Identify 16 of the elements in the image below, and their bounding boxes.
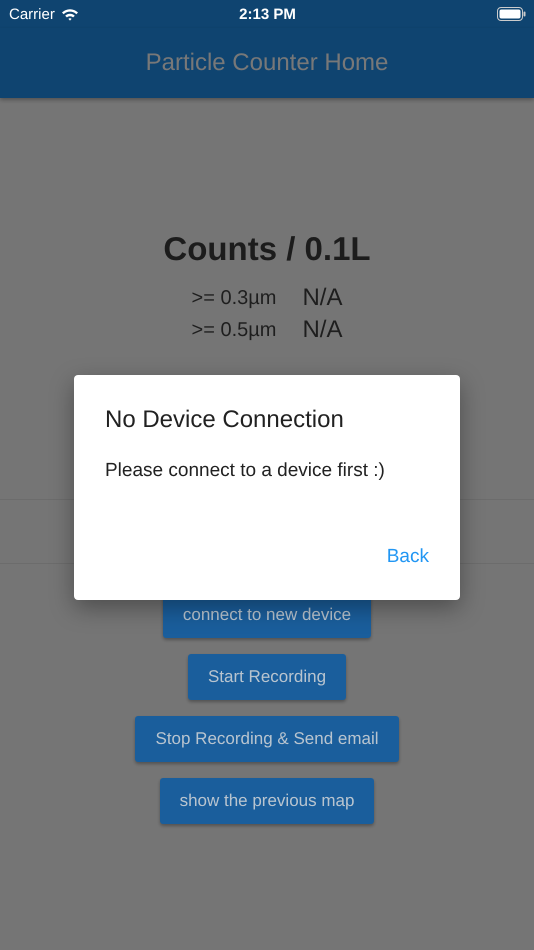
- size-label: >= 0.5µm: [192, 318, 276, 342]
- app-title: Particle Counter Home: [146, 49, 388, 77]
- count-value: N/A: [302, 316, 342, 344]
- action-button[interactable]: Start Recording: [188, 654, 346, 700]
- wifi-icon: [60, 8, 79, 20]
- action-button[interactable]: show the previous map: [160, 778, 374, 824]
- carrier-label: Carrier: [9, 6, 55, 22]
- back-button[interactable]: Back: [386, 542, 429, 572]
- battery-icon: [497, 7, 526, 21]
- clock: 2:13 PM: [239, 6, 296, 22]
- dialog-message: Please connect to a device first :): [105, 460, 386, 482]
- count-value: N/A: [302, 284, 342, 312]
- action-button[interactable]: Stop Recording & Send email: [135, 716, 399, 762]
- counts-heading: Counts / 0.1L: [163, 230, 371, 268]
- size-label: >= 0.3µm: [192, 286, 276, 310]
- dialog-title: No Device Connection: [105, 406, 345, 434]
